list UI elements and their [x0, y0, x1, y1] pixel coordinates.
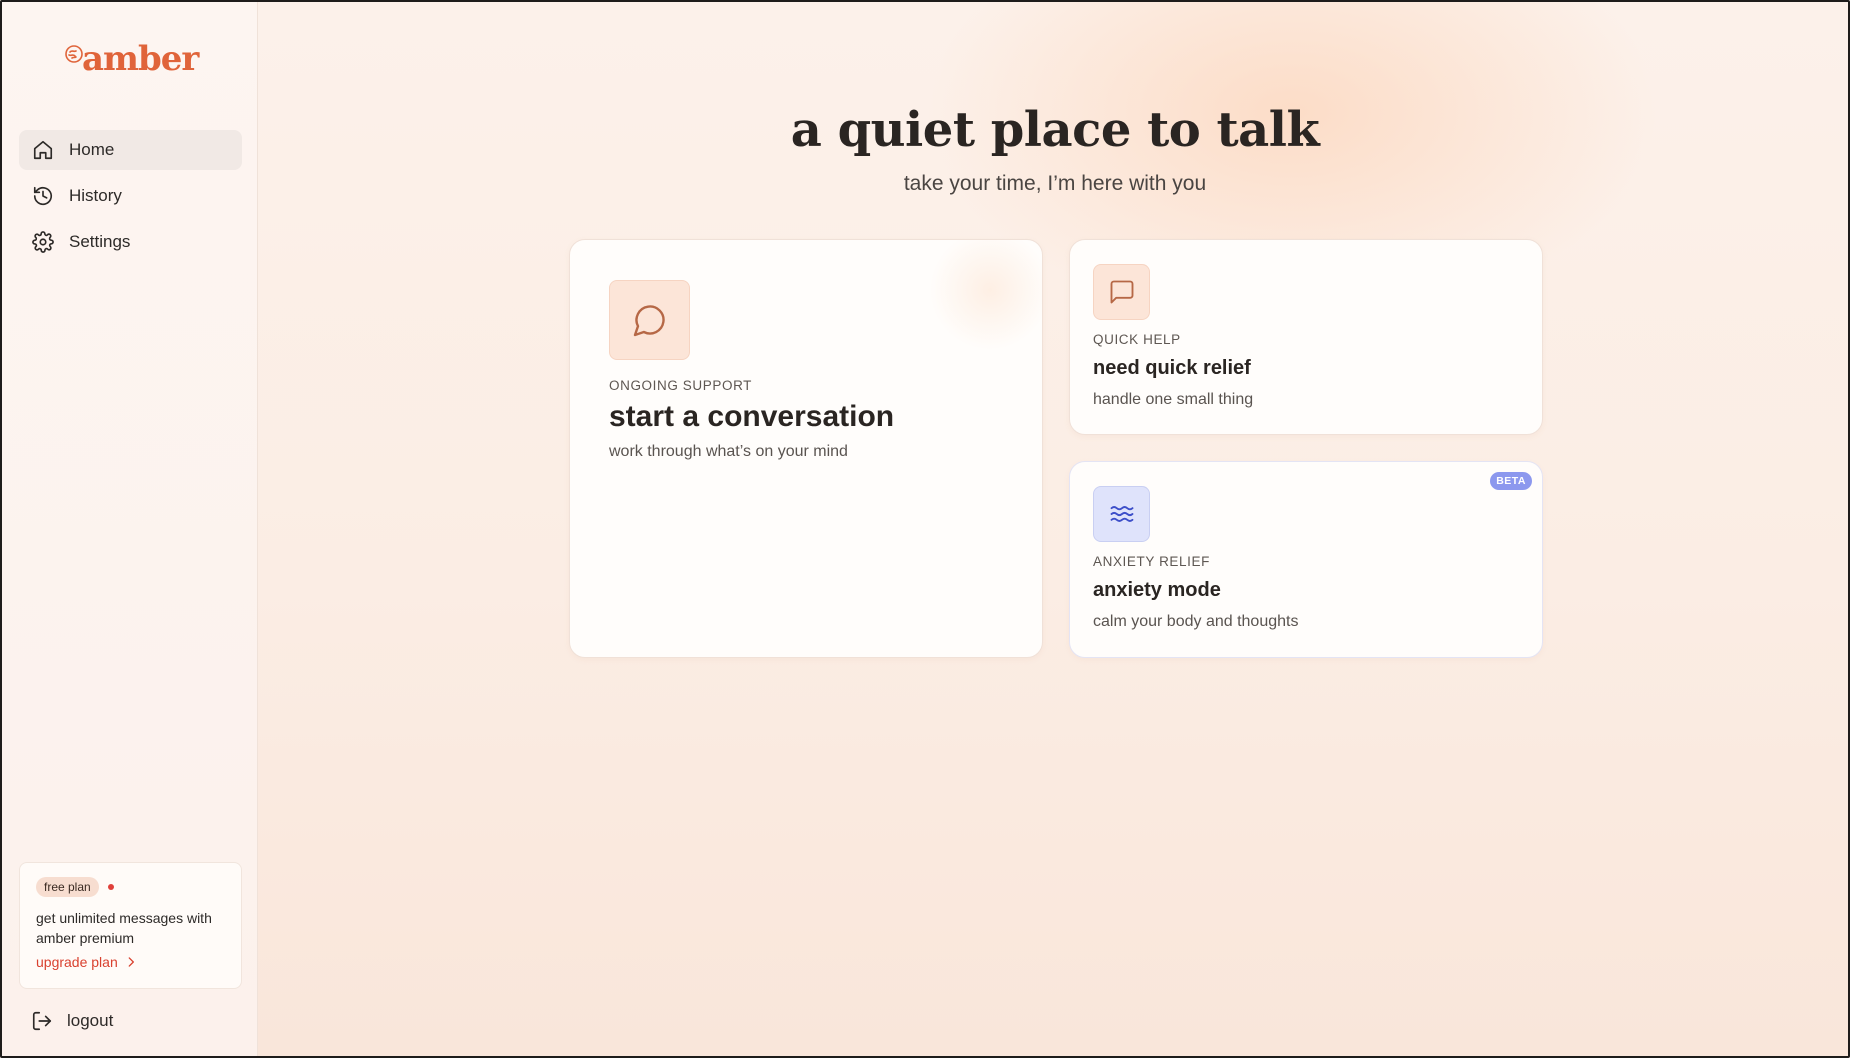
plan-badge: free plan — [36, 877, 99, 898]
sidebar-item-label: Settings — [69, 232, 131, 251]
status-dot — [107, 884, 114, 891]
gear-icon — [31, 230, 55, 254]
chevron-right-icon — [128, 957, 134, 968]
card-description: calm your body and thoughts — [1093, 613, 1299, 630]
card-title: start a conversation — [609, 400, 895, 433]
history-icon — [31, 184, 55, 208]
upgrade-plan-link[interactable]: upgrade plan — [36, 954, 225, 970]
beta-badge: BETA — [1490, 472, 1532, 490]
logout-icon — [32, 1011, 52, 1031]
sidebar-item-label: History — [69, 186, 122, 205]
sidebar-item-home[interactable]: Home — [19, 130, 242, 170]
card-title: need quick relief — [1093, 357, 1251, 379]
waves-icon-box — [1093, 486, 1150, 542]
plan-text: get unlimited messages with amber premiu… — [36, 910, 212, 947]
plan-card: free plan get unlimited messages with am… — [19, 862, 242, 989]
start-conversation-card[interactable]: ONGOING SUPPORT start a conversation wor… — [569, 239, 1043, 658]
card-eyebrow: QUICK HELP — [1093, 332, 1181, 347]
logout-button[interactable]: logout — [31, 1010, 113, 1032]
chat-bubble-icon — [633, 305, 665, 337]
sidebar-item-settings[interactable]: Settings — [19, 222, 242, 262]
chat-icon-box — [609, 280, 690, 360]
app-window: amber Home History Settings free plan ge… — [0, 0, 1850, 1058]
quick-relief-card[interactable]: QUICK HELP need quick relief handle one … — [1069, 239, 1543, 435]
sidebar: amber Home History Settings free plan ge… — [2, 2, 258, 1056]
card-description: handle one small thing — [1093, 391, 1254, 408]
card-title: anxiety mode — [1093, 579, 1221, 601]
upgrade-plan-label: upgrade plan — [36, 954, 118, 971]
message-icon-box — [1093, 264, 1150, 320]
logout-label: logout — [67, 1011, 114, 1030]
page-subtitle: take your time, I’m here with you — [903, 172, 1207, 195]
sidebar-item-label: Home — [69, 140, 115, 159]
anxiety-mode-card[interactable]: BETA ANXIETY RELIEF anxiety mode calm yo… — [1069, 461, 1543, 658]
message-square-icon — [1110, 280, 1133, 304]
card-eyebrow: ANXIETY RELIEF — [1093, 554, 1210, 569]
card-description: work through what’s on your mind — [609, 443, 848, 460]
page-title: a quiet place to talk — [790, 102, 1320, 158]
logo[interactable]: amber — [62, 40, 202, 84]
card-eyebrow: ONGOING SUPPORT — [609, 378, 753, 393]
logo-text: amber — [82, 39, 199, 79]
sidebar-item-history[interactable]: History — [19, 176, 242, 216]
sidebar-nav: Home History Settings — [19, 130, 242, 268]
home-icon — [31, 138, 55, 162]
waves-icon — [1110, 506, 1133, 522]
